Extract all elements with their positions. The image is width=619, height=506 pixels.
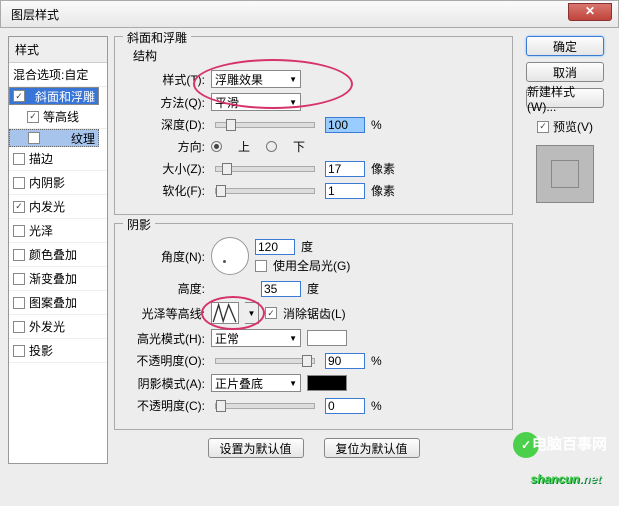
global-light-checkbox[interactable] (255, 260, 267, 272)
checkbox-icon[interactable] (13, 321, 25, 333)
angle-input[interactable]: 120 (255, 239, 295, 255)
size-input[interactable]: 17 (325, 161, 365, 177)
shading-title: 阴影 (123, 216, 155, 233)
chevron-down-icon: ▼ (289, 75, 297, 84)
depth-input[interactable]: 100 (325, 117, 365, 133)
checkbox-icon[interactable] (13, 273, 25, 285)
direction-down-radio[interactable] (266, 141, 277, 152)
highlight-color-swatch[interactable] (307, 330, 347, 346)
gloss-contour-preview[interactable] (211, 302, 239, 324)
shadow-opacity-slider[interactable] (215, 403, 315, 409)
highlight-opacity-input[interactable]: 90 (325, 353, 365, 369)
checkbox-icon[interactable] (13, 225, 25, 237)
watermark-text: shancun.net (530, 467, 601, 488)
soften-slider[interactable] (215, 188, 315, 194)
chevron-down-icon: ▼ (289, 334, 297, 343)
highlight-mode-label: 高光模式(H): (125, 330, 205, 347)
depth-slider[interactable] (215, 122, 315, 128)
checkbox-icon[interactable] (13, 90, 25, 102)
style-label: 样式(T): (125, 71, 205, 88)
altitude-label: 高度: (125, 280, 205, 297)
soften-input[interactable]: 1 (325, 183, 365, 199)
styles-sidebar: 样式 混合选项:自定 斜面和浮雕 等高线 纹理 描边 内阴影 内发光 光泽 颜色… (8, 36, 108, 464)
direction-label: 方向: (125, 138, 205, 155)
sidebar-item-outer-glow[interactable]: 外发光 (9, 315, 107, 339)
angle-dial[interactable] (211, 237, 249, 275)
close-icon[interactable]: ✕ (568, 3, 612, 21)
sidebar-item-inner-glow[interactable]: 内发光 (9, 195, 107, 219)
sidebar-item-gradient-overlay[interactable]: 渐变叠加 (9, 267, 107, 291)
watermark-top-text: 电脑百事网 (532, 433, 607, 454)
sidebar-item-stroke[interactable]: 描边 (9, 147, 107, 171)
structure-title: 结构 (133, 47, 502, 64)
titlebar: 图层样式 ✕ (0, 0, 619, 28)
technique-select[interactable]: 平滑▼ (211, 93, 301, 111)
sidebar-item-satin[interactable]: 光泽 (9, 219, 107, 243)
antialias-checkbox[interactable] (265, 307, 277, 319)
shading-group: 阴影 角度(N): 120 度 使用全局光(G) 高度: (114, 223, 513, 430)
style-select[interactable]: 浮雕效果▼ (211, 70, 301, 88)
sidebar-item-pattern-overlay[interactable]: 图案叠加 (9, 291, 107, 315)
checkbox-icon[interactable] (28, 132, 40, 144)
chevron-down-icon: ▼ (289, 98, 297, 107)
checkbox-icon[interactable] (13, 201, 25, 213)
reset-default-button[interactable]: 复位为默认值 (324, 438, 420, 458)
sidebar-item-contour[interactable]: 等高线 (9, 105, 107, 129)
cancel-button[interactable]: 取消 (526, 62, 604, 82)
altitude-input[interactable]: 35 (261, 281, 301, 297)
group-title: 斜面和浮雕 (123, 29, 191, 46)
shadow-opacity-label: 不透明度(C): (125, 397, 205, 414)
shadow-mode-select[interactable]: 正片叠底▼ (211, 374, 301, 392)
checkbox-icon[interactable] (27, 111, 39, 123)
soften-label: 软化(F): (125, 182, 205, 199)
technique-label: 方法(Q): (125, 94, 205, 111)
checkbox-icon[interactable] (13, 297, 25, 309)
gloss-label: 光泽等高线: (125, 305, 205, 322)
preview-thumbnail (536, 145, 594, 203)
sidebar-header: 样式 (9, 37, 107, 63)
new-style-button[interactable]: 新建样式(W)... (526, 88, 604, 108)
size-label: 大小(Z): (125, 160, 205, 177)
shadow-mode-label: 阴影模式(A): (125, 375, 205, 392)
shadow-opacity-input[interactable]: 0 (325, 398, 365, 414)
make-default-button[interactable]: 设置为默认值 (208, 438, 304, 458)
preview-checkbox[interactable] (537, 121, 549, 133)
sidebar-item-color-overlay[interactable]: 颜色叠加 (9, 243, 107, 267)
checkbox-icon[interactable] (13, 345, 25, 357)
chevron-down-icon: ▼ (289, 379, 297, 388)
bevel-group: 斜面和浮雕 结构 样式(T): 浮雕效果▼ 方法(Q): 平滑▼ 深度(D): … (114, 36, 513, 215)
sidebar-blend-options[interactable]: 混合选项:自定 (9, 63, 107, 87)
highlight-opacity-slider[interactable] (215, 358, 315, 364)
sidebar-item-drop-shadow[interactable]: 投影 (9, 339, 107, 363)
ok-button[interactable]: 确定 (526, 36, 604, 56)
checkbox-icon[interactable] (13, 177, 25, 189)
shadow-color-swatch[interactable] (307, 375, 347, 391)
depth-label: 深度(D): (125, 116, 205, 133)
angle-label: 角度(N): (125, 248, 205, 265)
dialog-title: 图层样式 (11, 6, 59, 23)
sidebar-item-texture[interactable]: 纹理 (9, 129, 99, 147)
sidebar-item-inner-shadow[interactable]: 内阴影 (9, 171, 107, 195)
checkbox-icon[interactable] (13, 249, 25, 261)
sidebar-item-bevel[interactable]: 斜面和浮雕 (9, 87, 99, 105)
highlight-mode-select[interactable]: 正常▼ (211, 329, 301, 347)
size-slider[interactable] (215, 166, 315, 172)
direction-up-radio[interactable] (211, 141, 222, 152)
checkbox-icon[interactable] (13, 153, 25, 165)
highlight-opacity-label: 不透明度(O): (125, 352, 205, 369)
gloss-contour-dropdown[interactable]: ▼ (245, 302, 259, 324)
